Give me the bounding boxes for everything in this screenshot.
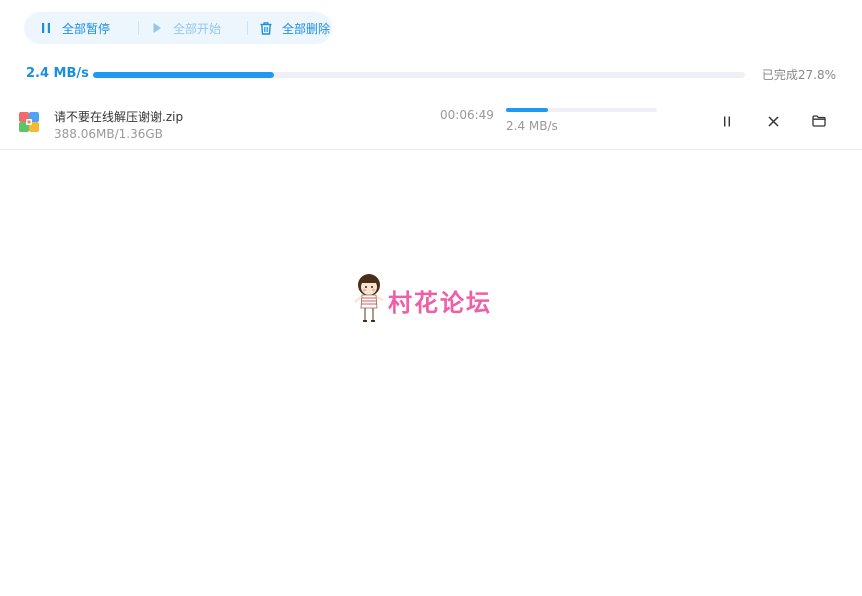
overall-progress-bar bbox=[93, 72, 745, 78]
pause-task-button[interactable] bbox=[718, 112, 736, 130]
pause-icon bbox=[724, 116, 730, 126]
total-speed: 2.4 MB/s bbox=[26, 66, 89, 81]
overall-progress-fill bbox=[93, 72, 275, 78]
start-all-button[interactable]: 全部开始 bbox=[149, 20, 237, 37]
cartoon-girl-icon bbox=[354, 272, 384, 328]
start-all-label: 全部开始 bbox=[173, 21, 222, 36]
open-folder-button[interactable] bbox=[810, 112, 828, 130]
toolbar-divider bbox=[138, 21, 139, 35]
download-toolbar: 全部暂停 全部开始 全部删除 bbox=[24, 12, 332, 44]
file-name: 请不要在线解压谢谢.zip bbox=[54, 110, 184, 124]
zip-archive-icon bbox=[18, 111, 40, 133]
delete-all-label: 全部删除 bbox=[282, 21, 331, 36]
pause-all-label: 全部暂停 bbox=[62, 21, 111, 36]
toolbar-divider bbox=[247, 21, 248, 35]
pause-icon bbox=[38, 20, 54, 36]
task-progress-bar bbox=[506, 108, 657, 112]
watermark-text: 村花论坛 bbox=[388, 288, 492, 317]
task-speed: 2.4 MB/s bbox=[506, 119, 558, 133]
close-icon bbox=[767, 115, 779, 127]
download-task-row: 请不要在线解压谢谢.zip 388.06MB/1.36GB 00:06:49 2… bbox=[0, 98, 862, 150]
time-remaining: 00:06:49 bbox=[440, 108, 494, 122]
delete-all-button[interactable]: 全部删除 bbox=[258, 20, 330, 37]
overall-progress-label: 已完成27.8% bbox=[761, 68, 836, 82]
watermark-logo: 村花论坛 bbox=[354, 272, 492, 328]
file-size: 388.06MB/1.36GB bbox=[54, 127, 163, 141]
task-progress-fill bbox=[506, 108, 548, 112]
cancel-task-button[interactable] bbox=[764, 112, 782, 130]
play-icon bbox=[149, 20, 165, 36]
trash-icon bbox=[258, 20, 274, 36]
overall-progress: 2.4 MB/s 已完成27.8% bbox=[26, 64, 836, 86]
folder-icon bbox=[812, 115, 826, 127]
pause-all-button[interactable]: 全部暂停 bbox=[38, 20, 128, 37]
